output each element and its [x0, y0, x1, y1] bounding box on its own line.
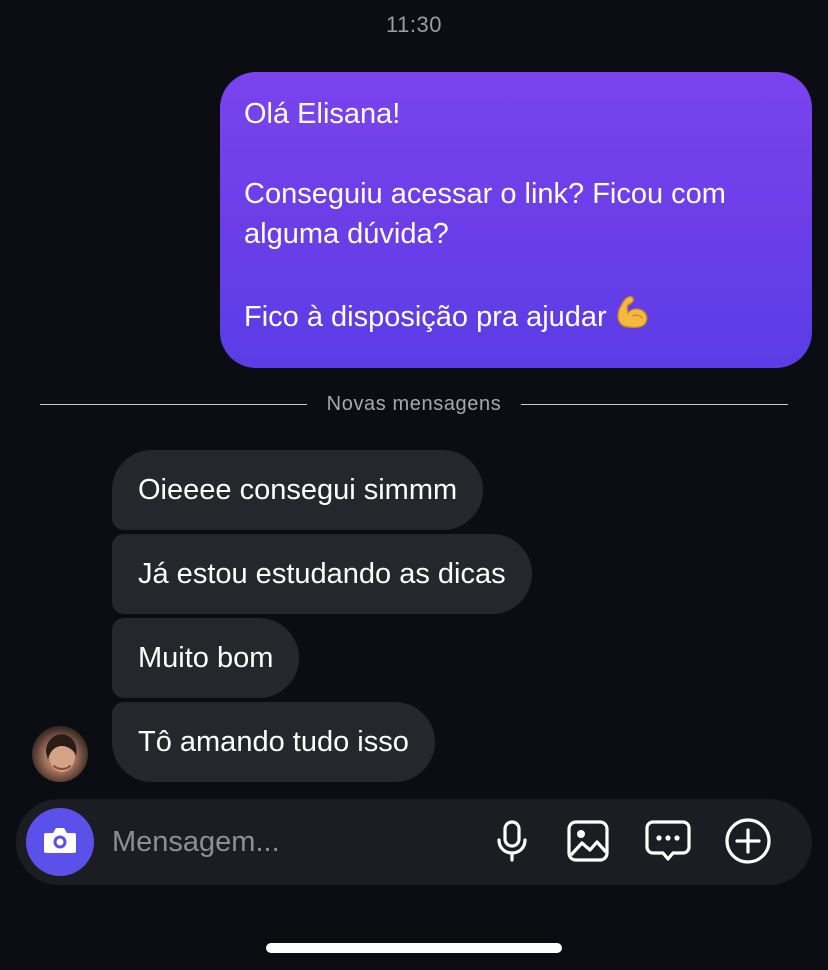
sticker-button[interactable]	[644, 819, 692, 867]
plus-circle-icon	[724, 817, 772, 870]
camera-icon	[42, 824, 78, 861]
sent-message-line: Conseguiu acessar o link? Ficou com algu…	[244, 178, 735, 250]
microphone-icon	[495, 819, 529, 868]
message-timestamp: 11:30	[386, 12, 442, 37]
divider-line	[40, 403, 307, 405]
sent-message-line: Olá Elisana!	[244, 98, 401, 130]
message-input[interactable]	[112, 819, 472, 865]
image-icon	[566, 819, 610, 868]
flexed-biceps-icon	[613, 294, 653, 341]
received-message-bubble[interactable]: Oieeee consegui simmm	[112, 450, 484, 530]
received-message-bubble[interactable]: Muito bom	[112, 618, 300, 698]
received-message-text: Oieeee consegui simmm	[138, 473, 458, 506]
divider-label: Novas mensagens	[326, 392, 502, 415]
new-messages-divider: Novas mensagens	[40, 390, 788, 418]
more-options-button[interactable]	[724, 817, 772, 870]
received-message-bubble[interactable]: Já estou estudando as dicas	[112, 534, 532, 614]
home-indicator[interactable]	[266, 943, 562, 953]
received-message-text: Já estou estudando as dicas	[138, 557, 506, 590]
sent-message-text: Fico à disposição pra ajudar	[244, 301, 607, 333]
sent-message-bubble[interactable]: Olá Elisana! Conseguiu acessar o link? F…	[220, 72, 812, 368]
sent-message-line: Fico à disposição pra ajudar	[244, 294, 788, 341]
received-message-text: Tô amando tudo isso	[138, 725, 409, 758]
sender-avatar[interactable]	[32, 726, 88, 782]
chat-screen: 11:30 Olá Elisana! Conseguiu acessar o l…	[0, 0, 828, 970]
message-composer	[16, 799, 812, 885]
divider-line	[521, 403, 788, 405]
received-message-text: Muito bom	[138, 641, 274, 674]
sticker-icon	[645, 819, 691, 868]
camera-button[interactable]	[26, 808, 94, 876]
received-message-bubble[interactable]: Tô amando tudo isso	[112, 702, 435, 782]
gallery-button[interactable]	[564, 819, 612, 867]
microphone-button[interactable]	[488, 819, 536, 867]
